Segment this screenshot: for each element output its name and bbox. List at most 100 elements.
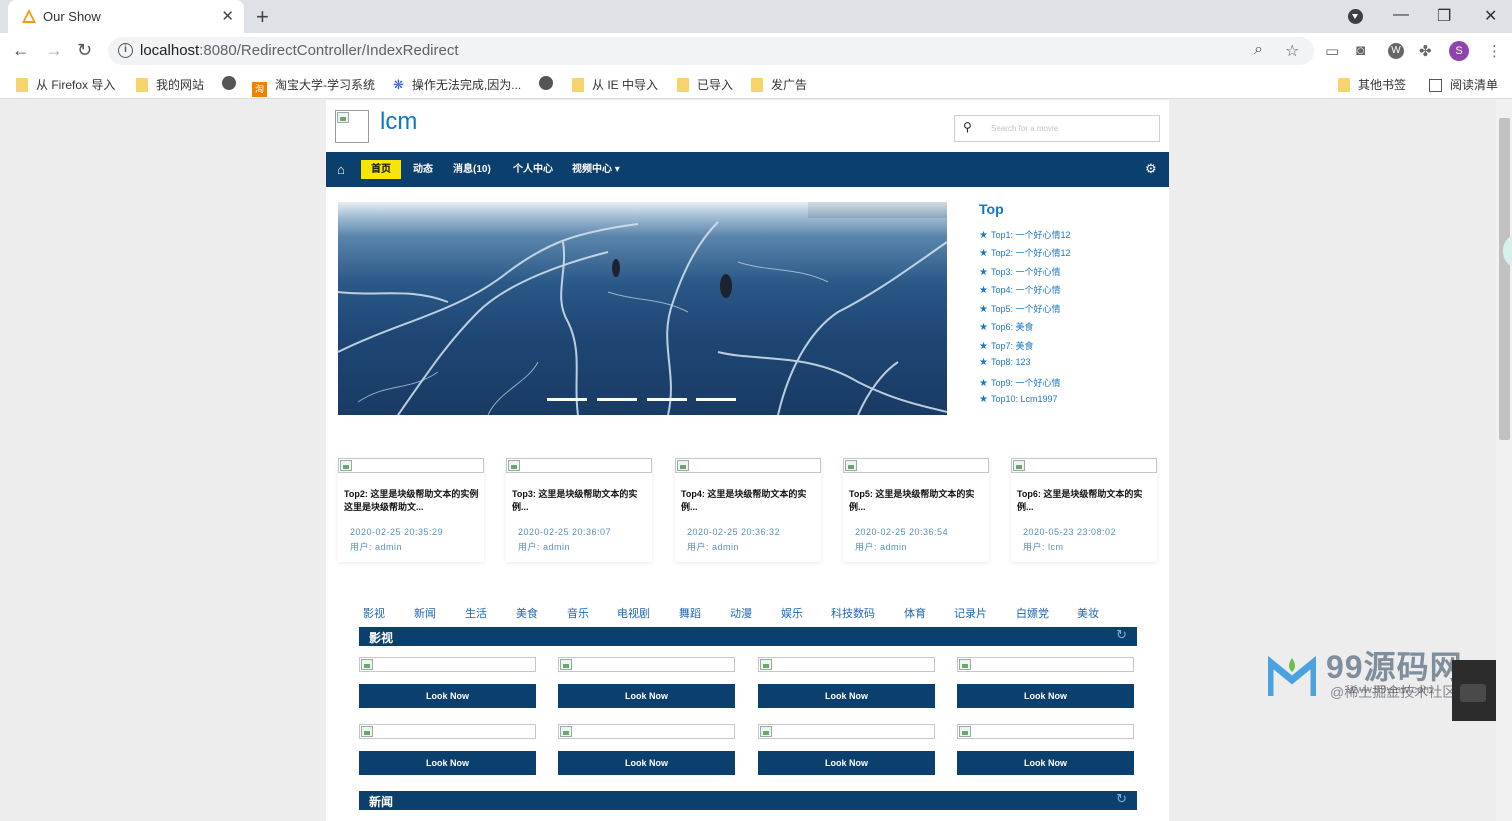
- search-icon[interactable]: ⚲: [963, 120, 972, 134]
- look-now-button[interactable]: Look Now: [558, 684, 735, 708]
- url-text[interactable]: localhost:8080/RedirectController/IndexR…: [140, 42, 459, 59]
- category-tab[interactable]: 电视剧: [617, 605, 650, 621]
- browser-tab[interactable]: Our Show ✕: [8, 0, 244, 33]
- category-tab[interactable]: 白嫖党: [1016, 605, 1049, 621]
- top-item[interactable]: ★ Top1: 一个好心情12: [979, 228, 1071, 241]
- tab-close-icon[interactable]: ✕: [221, 7, 234, 25]
- top-item[interactable]: ★ Top5: 一个好心情: [979, 302, 1061, 315]
- search-input[interactable]: [991, 120, 1151, 137]
- top-item[interactable]: ★ Top7: 美食: [979, 339, 1034, 352]
- article-card[interactable]: Top4: 这里是块级帮助文本的实例... 2020-02-25 20:36:3…: [675, 458, 821, 562]
- category-tab[interactable]: 美食: [516, 605, 538, 621]
- category-tab[interactable]: 体育: [904, 605, 926, 621]
- nav-messages[interactable]: 消息(10): [453, 160, 491, 179]
- top-item[interactable]: ★ Top3: 一个好心情: [979, 265, 1061, 278]
- bookmark-firefox[interactable]: 从 Firefox 导入: [16, 76, 115, 93]
- card-title[interactable]: Top6: 这里是块级帮助文本的实例...: [1017, 488, 1153, 514]
- card-image[interactable]: [675, 458, 821, 473]
- look-now-button[interactable]: Look Now: [359, 751, 536, 775]
- look-now-button[interactable]: Look Now: [758, 684, 935, 708]
- forward-icon[interactable]: →: [45, 40, 63, 61]
- category-tab[interactable]: 美妆: [1077, 605, 1099, 621]
- video-thumbnail[interactable]: [558, 724, 735, 739]
- top-item[interactable]: ★ Top4: 一个好心情: [979, 283, 1061, 296]
- video-thumbnail[interactable]: [558, 657, 735, 672]
- top-item[interactable]: ★ Top8: 123: [979, 357, 1031, 368]
- article-card[interactable]: Top5: 这里是块级帮助文本的实例... 2020-02-25 20:36:5…: [843, 458, 989, 562]
- profile-avatar[interactable]: S: [1449, 41, 1469, 61]
- card-title[interactable]: Top5: 这里是块级帮助文本的实例...: [849, 488, 985, 514]
- carousel-dot-4[interactable]: [696, 398, 736, 401]
- refresh-icon[interactable]: ↻: [1116, 791, 1127, 807]
- restore-icon[interactable]: ❐: [1437, 6, 1451, 26]
- video-thumbnail[interactable]: [758, 657, 935, 672]
- zoom-icon[interactable]: ⌕: [1254, 41, 1263, 59]
- category-tab[interactable]: 舞蹈: [679, 605, 701, 621]
- site-title[interactable]: lcm: [380, 108, 417, 136]
- top-item[interactable]: ★ Top6: 美食: [979, 320, 1034, 333]
- video-thumbnail[interactable]: [359, 657, 536, 672]
- look-now-button[interactable]: Look Now: [359, 684, 536, 708]
- category-tab[interactable]: 生活: [465, 605, 487, 621]
- bookmark-ads[interactable]: 发广告: [751, 76, 807, 93]
- category-tab[interactable]: 记录片: [954, 605, 987, 621]
- category-tab[interactable]: 新闻: [414, 605, 436, 621]
- bookmark-my-site[interactable]: 我的网站: [136, 76, 204, 93]
- card-image[interactable]: [1011, 458, 1157, 473]
- camera-icon[interactable]: ◙: [1356, 42, 1365, 59]
- hero-carousel[interactable]: [338, 202, 947, 415]
- category-tab[interactable]: 动漫: [730, 605, 752, 621]
- video-thumbnail[interactable]: [957, 724, 1134, 739]
- card-image[interactable]: [338, 458, 484, 473]
- nav-profile[interactable]: 个人中心: [513, 160, 553, 179]
- reload-icon[interactable]: ↻: [77, 40, 92, 61]
- tab-search-icon[interactable]: [1348, 9, 1363, 24]
- look-now-button[interactable]: Look Now: [957, 684, 1134, 708]
- look-now-button[interactable]: Look Now: [558, 751, 735, 775]
- bookmark-taobao[interactable]: 淘淘宝大学-学习系统: [252, 76, 375, 97]
- minimize-icon[interactable]: —: [1393, 6, 1409, 24]
- card-title[interactable]: Top4: 这里是块级帮助文本的实例...: [681, 488, 817, 514]
- card-image[interactable]: [843, 458, 989, 473]
- new-tab-icon[interactable]: +: [256, 4, 269, 30]
- video-thumbnail[interactable]: [758, 724, 935, 739]
- category-tab[interactable]: 音乐: [567, 605, 589, 621]
- bookmark-globe[interactable]: [222, 76, 244, 90]
- site-info-icon[interactable]: i: [118, 43, 133, 58]
- top-item[interactable]: ★ Top9: 一个好心情: [979, 376, 1061, 389]
- article-card[interactable]: Top6: 这里是块级帮助文本的实例... 2020-05-23 23:08:0…: [1011, 458, 1157, 562]
- bookmark-ie[interactable]: 从 IE 中导入: [572, 76, 658, 93]
- carousel-dot-3[interactable]: [647, 398, 687, 401]
- address-bar[interactable]: i localhost:8080/RedirectController/Inde…: [108, 37, 1314, 65]
- card-title[interactable]: Top3: 这里是块级帮助文本的实例...: [512, 488, 648, 514]
- card-image[interactable]: [506, 458, 652, 473]
- video-thumbnail[interactable]: [957, 657, 1134, 672]
- nav-video-center[interactable]: 视频中心 ▾: [572, 160, 620, 179]
- back-icon[interactable]: ←: [12, 40, 30, 61]
- corner-widget[interactable]: [1452, 660, 1496, 721]
- cast-icon[interactable]: ▭: [1325, 42, 1339, 60]
- window-close-icon[interactable]: ✕: [1484, 6, 1497, 26]
- carousel-dot-1[interactable]: [547, 398, 587, 401]
- refresh-icon[interactable]: ↻: [1116, 627, 1127, 643]
- article-card[interactable]: Top2: 这里是块级帮助文本的实例这里是块级帮助文... 2020-02-25…: [338, 458, 484, 562]
- look-now-button[interactable]: Look Now: [957, 751, 1134, 775]
- nav-feed[interactable]: 动态: [413, 160, 433, 179]
- card-title[interactable]: Top2: 这里是块级帮助文本的实例这里是块级帮助文...: [344, 488, 480, 514]
- category-tab[interactable]: 影视: [363, 605, 385, 621]
- bookmark-operation[interactable]: ❋ 操作无法完成,因为...: [393, 76, 521, 93]
- home-icon[interactable]: ⌂: [337, 162, 345, 177]
- extensions-puzzle-icon[interactable]: ✤: [1419, 42, 1432, 60]
- top-item[interactable]: ★ Top10: Lcm1997: [979, 394, 1058, 405]
- category-tab[interactable]: 娱乐: [781, 605, 803, 621]
- menu-kebab-icon[interactable]: ⋮: [1487, 42, 1502, 60]
- bookmark-other[interactable]: 其他书签: [1338, 76, 1406, 93]
- gear-icon[interactable]: ⚙: [1145, 161, 1157, 177]
- top-item[interactable]: ★ Top2: 一个好心情12: [979, 246, 1071, 259]
- scrollbar-thumb[interactable]: [1499, 118, 1510, 440]
- category-tab[interactable]: 科技数码: [831, 605, 875, 621]
- nav-home[interactable]: 首页: [361, 160, 401, 179]
- video-thumbnail[interactable]: [359, 724, 536, 739]
- bookmark-star-icon[interactable]: ☆: [1285, 41, 1299, 61]
- bookmark-imported[interactable]: 已导入: [677, 76, 733, 93]
